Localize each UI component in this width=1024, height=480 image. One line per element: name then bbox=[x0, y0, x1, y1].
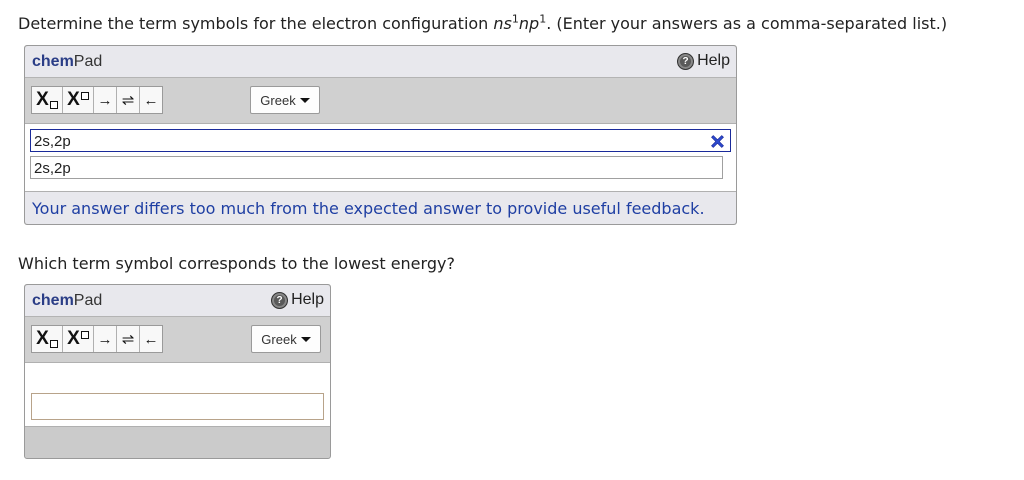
greek-dropdown[interactable]: Greek bbox=[251, 325, 321, 353]
superscript-button[interactable]: X bbox=[63, 326, 94, 352]
answer-1-feedback: Your answer differs too much from the ex… bbox=[25, 192, 736, 224]
chempad-2-input-area[interactable] bbox=[25, 363, 330, 427]
chempad-brand-bold: chem bbox=[32, 53, 74, 70]
help-button[interactable]: ? Help bbox=[271, 291, 324, 309]
subscript-label: X bbox=[36, 328, 49, 349]
subscript-box-icon bbox=[49, 100, 58, 109]
chempad-1-tool-group: X X → ⇌ ← bbox=[31, 86, 163, 114]
question-1-tail: . (Enter your answers as a comma-separat… bbox=[546, 14, 948, 33]
config-s: ns bbox=[493, 14, 512, 33]
answer-2-rendered bbox=[31, 393, 324, 420]
superscript-box-icon bbox=[80, 91, 89, 100]
right-arrow-button[interactable]: → bbox=[94, 326, 117, 352]
help-circle-icon: ? bbox=[677, 52, 695, 70]
superscript-label: X bbox=[67, 328, 80, 349]
config-p: np bbox=[518, 14, 540, 33]
subscript-box-icon bbox=[49, 339, 58, 348]
right-arrow-button[interactable]: → bbox=[94, 87, 117, 113]
chempad-brand-rest: Pad bbox=[73, 292, 103, 309]
question-1-prompt: Determine the term symbols for the elect… bbox=[18, 14, 947, 33]
chempad-1-input-area: 2s,2p 2s,2p bbox=[25, 124, 736, 192]
question-2-prompt: Which term symbol corresponds to the low… bbox=[18, 254, 455, 273]
equilibrium-arrow-icon: ⇌ bbox=[121, 92, 135, 109]
left-arrow-icon: ← bbox=[143, 91, 159, 109]
chempad-2-tool-group: X X → ⇌ ← bbox=[31, 325, 163, 353]
help-button[interactable]: ? Help bbox=[677, 52, 730, 70]
chempad-1-toolbar: X X → ⇌ ← Greek bbox=[25, 78, 736, 124]
chempad-brand-bold: chem bbox=[32, 292, 74, 309]
greek-label: Greek bbox=[261, 331, 297, 347]
answer-1-value: 2s,2p bbox=[34, 133, 71, 150]
greek-label: Greek bbox=[260, 92, 296, 108]
feedback-text: Your answer differs too much from the ex… bbox=[32, 199, 705, 218]
equilibrium-arrow-button[interactable]: ⇌ bbox=[117, 326, 140, 352]
answer-1-input[interactable]: 2s,2p bbox=[30, 129, 731, 152]
answer-1-rendered: 2s,2p bbox=[30, 156, 723, 179]
chempad-2: chemPad ? Help X X → ⇌ ← Greek bbox=[24, 284, 331, 459]
superscript-box-icon bbox=[80, 330, 89, 339]
chempad-brand: chemPad bbox=[32, 292, 102, 310]
config-s-superscript: 1 bbox=[511, 12, 519, 26]
chempad-2-header: chemPad ? Help bbox=[25, 285, 330, 317]
subscript-button[interactable]: X bbox=[32, 87, 63, 113]
question-1-lead: Determine the term symbols for the elect… bbox=[18, 14, 494, 33]
left-arrow-button[interactable]: ← bbox=[140, 326, 162, 352]
chempad-2-footer bbox=[25, 427, 330, 458]
chempad-brand: chemPad bbox=[32, 53, 102, 71]
chempad-1: chemPad ? Help X X → ⇌ ← Greek 2s,2p 2s,… bbox=[24, 45, 737, 225]
caret-down-icon bbox=[299, 97, 310, 103]
chempad-2-toolbar: X X → ⇌ ← Greek bbox=[25, 317, 330, 363]
superscript-label: X bbox=[67, 89, 80, 110]
caret-down-icon bbox=[300, 336, 311, 342]
help-label: Help bbox=[291, 291, 324, 308]
chempad-1-header: chemPad ? Help bbox=[25, 46, 736, 78]
help-label: Help bbox=[697, 52, 730, 69]
equilibrium-arrow-icon: ⇌ bbox=[121, 331, 135, 348]
left-arrow-icon: ← bbox=[143, 330, 159, 348]
chempad-brand-rest: Pad bbox=[73, 53, 103, 70]
answer-1-rendered-text: 2s,2p bbox=[34, 160, 71, 177]
greek-dropdown[interactable]: Greek bbox=[250, 86, 320, 114]
left-arrow-button[interactable]: ← bbox=[140, 87, 162, 113]
right-arrow-icon: → bbox=[97, 330, 113, 348]
subscript-button[interactable]: X bbox=[32, 326, 63, 352]
equilibrium-arrow-button[interactable]: ⇌ bbox=[117, 87, 140, 113]
help-circle-icon: ? bbox=[271, 291, 289, 309]
right-arrow-icon: → bbox=[97, 91, 113, 109]
x-mark-icon bbox=[711, 135, 724, 148]
subscript-label: X bbox=[36, 89, 49, 110]
superscript-button[interactable]: X bbox=[63, 87, 94, 113]
